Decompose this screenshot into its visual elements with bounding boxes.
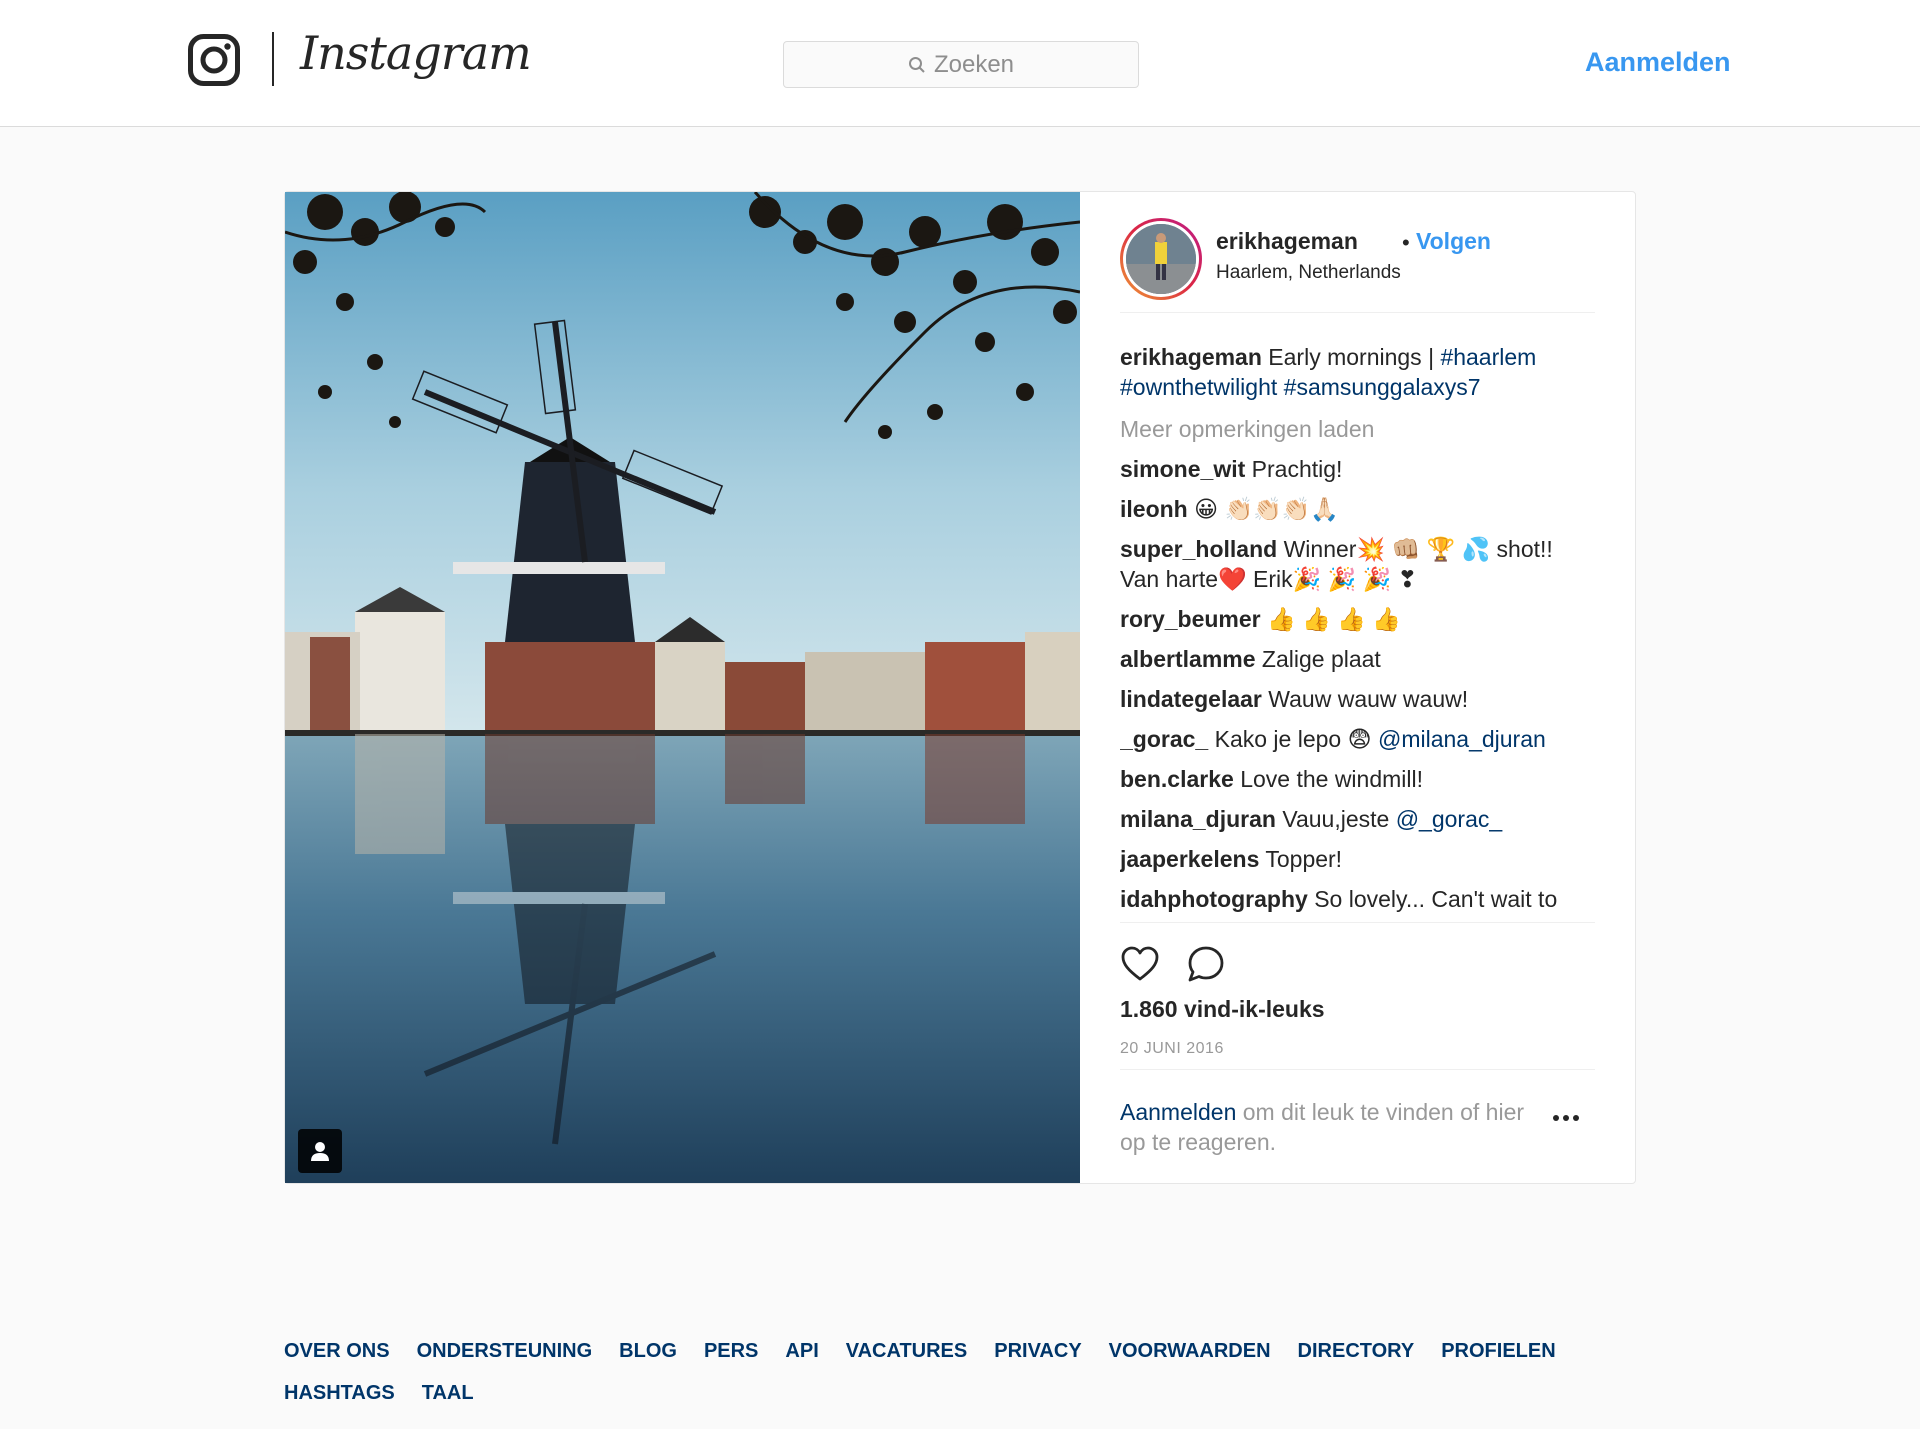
instagram-camera-icon[interactable] xyxy=(188,34,240,86)
comment-text: 👍 👍 👍 👍 xyxy=(1267,606,1401,632)
footer-links-row-1: OVER ONS ONDERSTEUNING BLOG PERS API VAC… xyxy=(284,1340,1636,1363)
search-input[interactable]: Zoeken xyxy=(783,41,1139,88)
post-caption: erikhageman Early mornings | #haarlem #o… xyxy=(1120,342,1595,402)
comment-username[interactable]: _gorac_ xyxy=(1120,726,1208,752)
footer-link-pers[interactable]: PERS xyxy=(704,1340,758,1363)
footer-link-voorwaarden[interactable]: VOORWAARDEN xyxy=(1109,1340,1271,1363)
comment-text: Love the windmill! xyxy=(1240,766,1423,792)
footer-link-taal[interactable]: TAAL xyxy=(422,1382,474,1405)
comment-item: super_holland Winner💥 👊🏼 🏆 💦 shot!! Van … xyxy=(1120,534,1595,594)
search-icon xyxy=(908,56,925,73)
footer-link-ondersteuning[interactable]: ONDERSTEUNING xyxy=(417,1340,593,1363)
instagram-wordmark[interactable]: Instagram xyxy=(300,26,532,80)
footer-link-over-ons[interactable]: OVER ONS xyxy=(284,1340,390,1363)
site-footer: OVER ONS ONDERSTEUNING BLOG PERS API VAC… xyxy=(284,1340,1636,1424)
comment-text: Prachtig! xyxy=(1251,456,1343,482)
footer-link-profielen[interactable]: PROFIELEN xyxy=(1441,1340,1555,1363)
footer-link-api[interactable]: API xyxy=(785,1340,818,1363)
likes-count[interactable]: 1.860 vind-ik-leuks xyxy=(1120,996,1325,1023)
footer-link-blog[interactable]: BLOG xyxy=(619,1340,677,1363)
footer-link-hashtags[interactable]: HASHTAGS xyxy=(284,1382,395,1405)
comment-text: Wauw wauw wauw! xyxy=(1268,686,1469,712)
comments-list[interactable]: erikhageman Early mornings | #haarlem #o… xyxy=(1120,342,1595,914)
comment-item: ben.clarke Love the windmill! xyxy=(1120,764,1595,794)
search-placeholder: Zoeken xyxy=(933,50,1015,78)
comment-text: Topper! xyxy=(1265,846,1343,872)
comment-username[interactable]: jaaperkelens xyxy=(1120,846,1259,872)
signin-link[interactable]: Aanmelden xyxy=(1120,1099,1236,1125)
footer-links-row-2: HASHTAGS TAAL xyxy=(284,1382,1636,1405)
comment-item: _gorac_ Kako je lepo 😨 @milana_djuran xyxy=(1120,724,1595,754)
post-sidebar: erikhageman • Volgen Haarlem, Netherland… xyxy=(1080,192,1635,1183)
comments-divider xyxy=(1120,922,1595,923)
caption-username[interactable]: erikhageman xyxy=(1120,344,1262,370)
footer-link-privacy[interactable]: PRIVACY xyxy=(994,1340,1081,1363)
comment-username[interactable]: albertlamme xyxy=(1120,646,1256,672)
comment-item: albertlamme Zalige plaat xyxy=(1120,644,1595,674)
separator-dot: • xyxy=(1402,230,1410,255)
comment-username[interactable]: rory_beumer xyxy=(1120,606,1261,632)
comment-item: lindategelaar Wauw wauw wauw! xyxy=(1120,684,1595,714)
login-link[interactable]: Aanmelden xyxy=(1585,47,1731,78)
post-date[interactable]: 20 JUNI 2016 xyxy=(1120,1040,1224,1058)
comment-username[interactable]: ileonh xyxy=(1120,496,1188,522)
comment-bubble-icon[interactable] xyxy=(1186,944,1226,984)
tagged-user-icon xyxy=(311,1142,329,1161)
comment-item: rory_beumer 👍 👍 👍 👍 xyxy=(1120,604,1595,634)
load-more-comments-button[interactable]: Meer opmerkingen laden xyxy=(1120,414,1595,444)
hashtag-link[interactable]: #samsunggalaxys7 xyxy=(1284,374,1481,400)
post-header: erikhageman • Volgen Haarlem, Netherland… xyxy=(1120,218,1595,313)
comment-text: Zalige plaat xyxy=(1261,646,1381,672)
avatar[interactable] xyxy=(1120,218,1202,300)
comment-item: simone_wit Prachtig! xyxy=(1120,454,1595,484)
hashtag-link[interactable]: #haarlem xyxy=(1440,344,1536,370)
comment-username[interactable]: ben.clarke xyxy=(1120,766,1234,792)
caption-text: Early mornings | xyxy=(1268,344,1441,370)
signin-divider xyxy=(1120,1069,1595,1070)
comment-item: jaaperkelens Topper! xyxy=(1120,844,1595,874)
comment-text: Kako je lepo 😨 xyxy=(1214,726,1378,752)
post-photo[interactable] xyxy=(285,192,1080,1183)
comment-username[interactable]: idahphotography xyxy=(1120,886,1308,912)
comment-username[interactable]: milana_djuran xyxy=(1120,806,1276,832)
heart-icon[interactable] xyxy=(1120,944,1160,984)
post-username[interactable]: erikhageman xyxy=(1216,228,1358,255)
comment-text: Vauu,jeste xyxy=(1282,806,1396,832)
top-navigation-bar: Instagram Zoeken Aanmelden xyxy=(0,0,1920,127)
comment-username[interactable]: super_holland xyxy=(1120,536,1277,562)
comment-item: ileonh 😀 👏🏻👏🏻👏🏻🙏🏻 xyxy=(1120,494,1595,524)
comment-username[interactable]: simone_wit xyxy=(1120,456,1245,482)
comment-text: 😀 👏🏻👏🏻👏🏻🙏🏻 xyxy=(1194,496,1340,522)
signin-prompt: Aanmelden om dit leuk te vinden of hier … xyxy=(1120,1097,1550,1157)
footer-link-vacatures[interactable]: VACATURES xyxy=(846,1340,967,1363)
footer-link-directory[interactable]: DIRECTORY xyxy=(1298,1340,1415,1363)
comment-username[interactable]: lindategelaar xyxy=(1120,686,1262,712)
comment-item: milana_djuran Vauu,jeste @_gorac_ xyxy=(1120,804,1595,834)
tagged-user-button[interactable] xyxy=(298,1129,342,1173)
logo-divider xyxy=(272,32,274,86)
more-options-icon[interactable] xyxy=(1552,1114,1580,1122)
hashtag-link[interactable]: #ownthetwilight xyxy=(1120,374,1277,400)
mention-link[interactable]: @milana_djuran xyxy=(1378,726,1546,752)
comment-item: idahphotography So lovely... Can't wait … xyxy=(1120,884,1595,914)
follow-button[interactable]: Volgen xyxy=(1416,228,1491,255)
post-location[interactable]: Haarlem, Netherlands xyxy=(1216,262,1401,284)
post-card: erikhageman • Volgen Haarlem, Netherland… xyxy=(284,191,1636,1184)
mention-link[interactable]: @_gorac_ xyxy=(1396,806,1502,832)
